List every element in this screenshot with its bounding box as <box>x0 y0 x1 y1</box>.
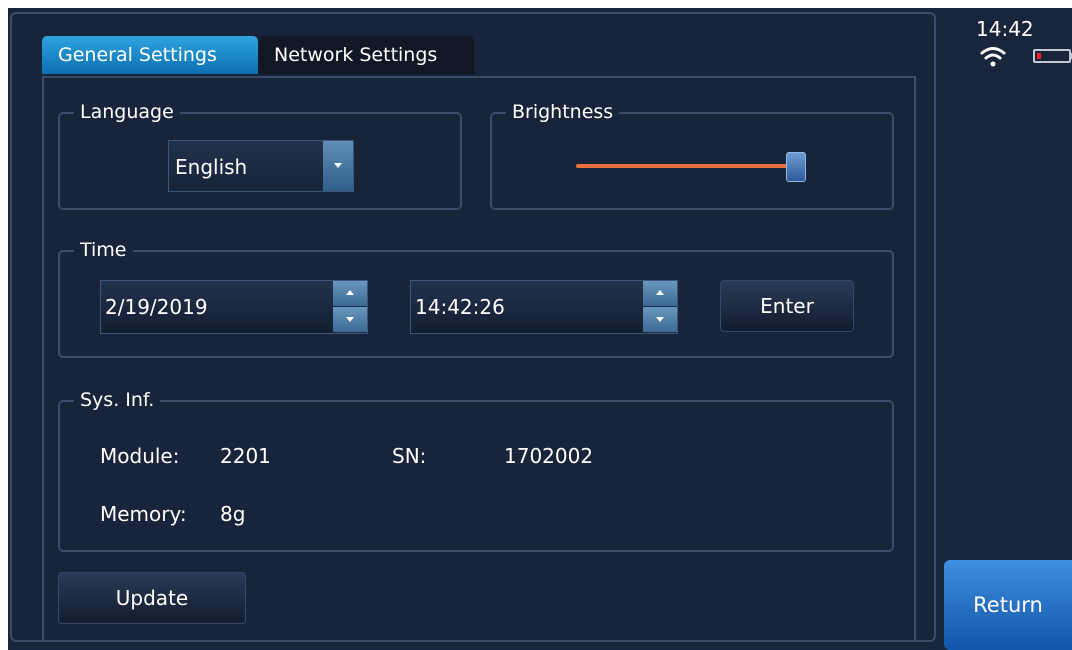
wifi-icon <box>980 47 1006 67</box>
language-group: Language English <box>58 100 462 210</box>
update-button[interactable]: Update <box>58 572 246 624</box>
enter-button[interactable]: Enter <box>720 280 854 332</box>
module-value: 2201 <box>220 444 271 468</box>
date-up-arrow-icon[interactable] <box>333 281 367 307</box>
general-settings-content: Language English Brightness Time 2/19/20… <box>42 76 916 642</box>
date-spinbox[interactable]: 2/19/2019 <box>100 280 368 334</box>
tab-general-settings[interactable]: General Settings <box>42 36 258 74</box>
battery-level <box>1037 53 1041 59</box>
date-value: 2/19/2019 <box>105 295 208 319</box>
memory-label: Memory: <box>100 502 187 526</box>
system-info-group-title: Sys. Inf. <box>74 388 161 412</box>
chevron-down-icon[interactable] <box>323 141 353 191</box>
time-down-arrow-icon[interactable] <box>643 307 677 333</box>
language-group-title: Language <box>74 100 180 124</box>
device-screen: General Settings Network Settings Langua… <box>8 8 1072 650</box>
brightness-slider-handle[interactable] <box>786 152 806 182</box>
status-clock: 14:42 <box>976 17 1034 41</box>
time-value: 14:42:26 <box>415 295 505 319</box>
battery-icon <box>1033 49 1071 63</box>
module-label: Module: <box>100 444 180 468</box>
brightness-group: Brightness <box>490 100 894 210</box>
return-button[interactable]: Return <box>944 560 1072 650</box>
time-spinbox[interactable]: 14:42:26 <box>410 280 678 334</box>
system-info-group: Sys. Inf. Module: 2201 SN: 1702002 Memor… <box>58 388 894 552</box>
settings-panel: General Settings Network Settings Langua… <box>10 12 936 642</box>
time-group-title: Time <box>74 238 133 262</box>
time-group: Time 2/19/2019 14:42:26 Enter <box>58 238 894 358</box>
memory-value: 8g <box>220 502 246 526</box>
language-dropdown[interactable]: English <box>168 140 354 192</box>
tab-network-settings[interactable]: Network Settings <box>258 36 474 74</box>
brightness-slider-track[interactable] <box>576 164 796 168</box>
sn-label: SN: <box>392 444 427 468</box>
brightness-group-title: Brightness <box>506 100 620 124</box>
time-up-arrow-icon[interactable] <box>643 281 677 307</box>
sn-value: 1702002 <box>504 444 594 468</box>
date-down-arrow-icon[interactable] <box>333 307 367 333</box>
language-value: English <box>175 155 248 179</box>
